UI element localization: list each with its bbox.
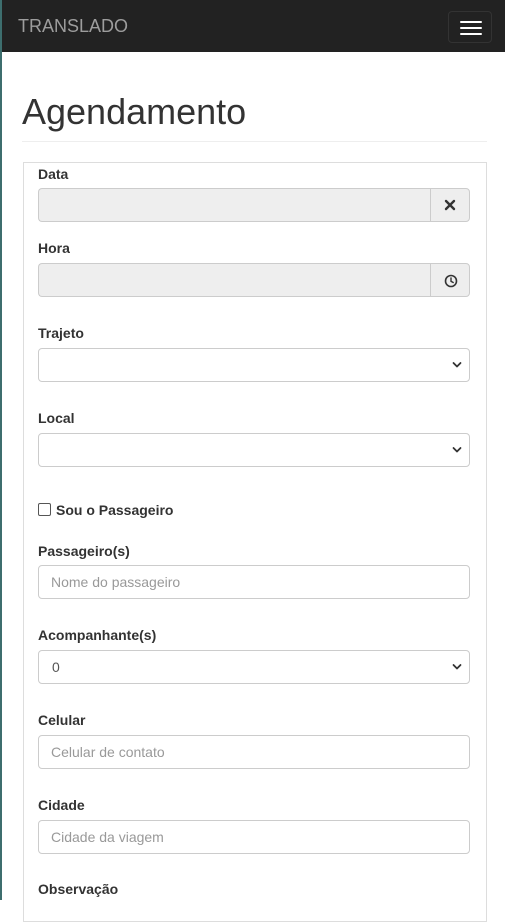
navbar-brand[interactable]: TRANSLADO <box>18 16 128 36</box>
acompanhantes-label: Acompanhante(s) <box>38 627 157 643</box>
window-edge <box>0 0 2 900</box>
data-label: Data <box>38 166 69 182</box>
close-icon <box>444 199 456 211</box>
time-input[interactable] <box>38 263 431 297</box>
title-divider <box>22 141 487 142</box>
date-input[interactable] <box>38 188 431 222</box>
acompanhantes-select[interactable]: 0 <box>38 650 470 684</box>
data-field-group <box>38 188 470 222</box>
hora-label: Hora <box>38 240 70 256</box>
cidade-label: Cidade <box>38 797 85 813</box>
chevron-down-icon <box>452 447 462 453</box>
sou-passageiro-label[interactable]: Sou o Passageiro <box>56 501 173 519</box>
trajeto-select[interactable] <box>38 348 470 382</box>
navbar: TRANSLADO <box>2 0 505 52</box>
hamburger-icon <box>460 21 482 23</box>
hamburger-icon-bar <box>460 27 482 29</box>
navbar-toggle-button[interactable] <box>448 11 492 43</box>
passageiros-label: Passageiro(s) <box>38 543 130 559</box>
clock-icon <box>444 274 458 288</box>
cidade-input[interactable] <box>38 820 470 854</box>
local-label: Local <box>38 410 75 426</box>
time-picker-button[interactable] <box>430 263 470 297</box>
page-title: Agendamento <box>22 91 247 132</box>
chevron-down-icon <box>452 362 462 368</box>
chevron-down-icon <box>452 664 462 670</box>
observacao-label: Observação <box>38 881 119 897</box>
passageiro-name-input[interactable] <box>38 565 470 599</box>
acompanhantes-select-value: 0 <box>52 659 60 675</box>
celular-input[interactable] <box>38 735 470 769</box>
trajeto-label: Trajeto <box>38 325 84 341</box>
sou-passageiro-checkbox[interactable] <box>38 503 51 516</box>
celular-label: Celular <box>38 712 86 728</box>
local-select[interactable] <box>38 433 470 467</box>
clear-date-button[interactable] <box>430 188 470 222</box>
hora-field-group <box>38 263 470 297</box>
hamburger-icon-bar <box>460 33 482 35</box>
